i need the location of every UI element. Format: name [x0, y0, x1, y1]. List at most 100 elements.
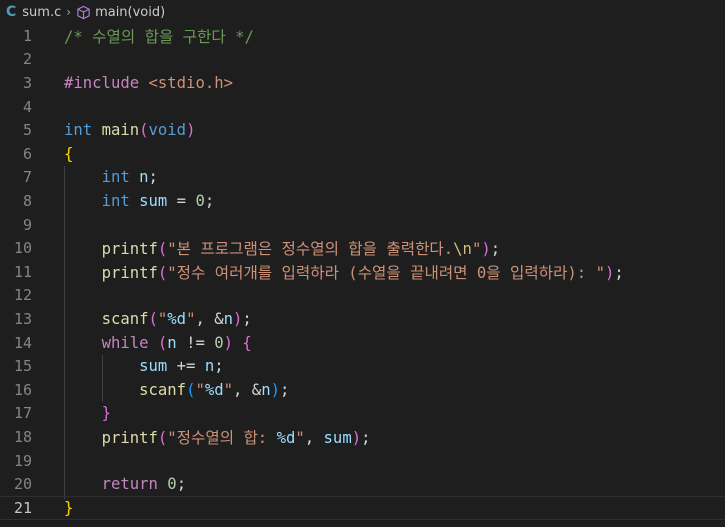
include-header: <stdio.h> — [148, 73, 234, 92]
code-line: 17 } — [0, 402, 725, 426]
bracket: ) — [270, 380, 280, 399]
bracket: ( — [157, 263, 168, 282]
line-number: 19 — [13, 451, 32, 470]
string-literal: "본 프로그램은 정수열의 합을 출력한다. — [167, 240, 454, 259]
line-number: 9 — [22, 215, 32, 234]
bracket: ) — [186, 121, 196, 140]
code-line: 3 #include <stdio.h> — [0, 71, 725, 95]
line-number: 18 — [13, 427, 32, 446]
variable: n — [261, 380, 271, 399]
function-call: printf — [101, 263, 158, 282]
breadcrumb-symbol[interactable]: main(void) — [95, 5, 165, 20]
number-literal: 0 — [214, 333, 224, 352]
variable: n — [139, 168, 149, 187]
code-line: 1 /* 수열의 합을 구한다 */ — [0, 24, 725, 48]
code-line: 6 { — [0, 142, 725, 166]
line-number: 7 — [22, 168, 32, 187]
code-text: while (n != 0) { — [101, 333, 252, 352]
function-call: printf — [101, 240, 158, 259]
code-line: 18 printf("정수열의 합: %d", sum); — [0, 425, 725, 449]
string-literal: "정수 여러개를 입력하라 (수열을 끝내려면 — [167, 263, 477, 282]
type-keyword: void — [148, 121, 187, 140]
function-name: main — [101, 121, 140, 140]
bracket: ) — [481, 240, 491, 259]
line-number: 11 — [13, 262, 32, 281]
code-line: 19 — [0, 449, 725, 473]
c-language-icon: C — [6, 4, 17, 20]
code-text: scanf("%d", &n); — [101, 309, 252, 328]
line-number: 14 — [13, 333, 32, 352]
control-keyword: while — [101, 333, 149, 352]
breadcrumb: C sum.c › main(void) — [0, 0, 725, 24]
line-number: 3 — [22, 73, 32, 92]
control-keyword: return — [101, 475, 158, 494]
number-literal: 0 — [195, 191, 205, 210]
line-number: 4 — [22, 97, 32, 116]
line-number: 20 — [13, 475, 32, 494]
code-line: 15 sum += n; — [0, 354, 725, 378]
code-editor[interactable]: 1 /* 수열의 합을 구한다 */ 2 3 #include <stdio.h… — [0, 24, 725, 527]
code-text: printf("정수열의 합: %d", sum); — [101, 428, 371, 447]
bracket: ) — [604, 263, 615, 282]
breadcrumb-file[interactable]: sum.c — [22, 5, 61, 20]
code-text: return 0; — [101, 475, 187, 494]
code-line: 13 scanf("%d", &n); — [0, 307, 725, 331]
type-keyword: int — [101, 168, 130, 187]
string-literal: " — [186, 309, 196, 328]
string-literal: " — [157, 309, 168, 328]
function-call: scanf — [139, 380, 187, 399]
format-specifier: %d — [204, 380, 224, 399]
code-line: 5 int main(void) — [0, 118, 725, 142]
variable: n — [223, 309, 234, 328]
code-text: int n; — [101, 168, 158, 187]
code-text: int main(void) — [64, 121, 195, 139]
string-literal: " — [223, 380, 234, 399]
variable: sum — [139, 357, 168, 376]
line-number: 21 — [13, 498, 32, 517]
function-call: printf — [101, 428, 158, 447]
line-number: 5 — [22, 121, 32, 140]
string-literal: 0 — [476, 263, 487, 282]
code-line: 12 — [0, 284, 725, 308]
code-line: 7 int n; — [0, 166, 725, 190]
variable: sum — [323, 428, 352, 447]
code-line: 16 scanf("%d", &n); — [0, 378, 725, 402]
bracket: ( — [139, 121, 149, 140]
escape-sequence: \n — [453, 240, 472, 259]
type-keyword: int — [64, 121, 93, 140]
string-literal: 을 입력하라): " — [486, 263, 605, 282]
code-line: 9 — [0, 213, 725, 237]
string-literal: " — [471, 240, 482, 259]
line-number: 17 — [13, 404, 32, 423]
cube-method-icon — [76, 5, 91, 20]
code-line: 20 return 0; — [0, 472, 725, 496]
string-literal: " — [195, 380, 205, 399]
code-text: scanf("%d", &n); — [139, 380, 290, 399]
code-line: 4 — [0, 95, 725, 119]
chevron-right-icon: › — [66, 5, 72, 19]
variable: sum — [139, 191, 168, 210]
code-text: } — [64, 499, 73, 517]
code-line: 10 printf("본 프로그램은 정수열의 합을 출력한다.\n"); — [0, 236, 725, 260]
format-specifier: %d — [167, 309, 187, 328]
code-line-current: 21 } — [0, 496, 725, 520]
comment: /* 수열의 합을 구한다 */ — [64, 27, 254, 46]
code-text: #include <stdio.h> — [64, 74, 233, 92]
bracket: ( — [157, 240, 168, 259]
code-text: printf("정수 여러개를 입력하라 (수열을 끝내려면 0을 입력하라):… — [101, 263, 624, 282]
line-number: 16 — [13, 380, 32, 399]
code-line: 8 int sum = 0; — [0, 189, 725, 213]
bracket: ) — [233, 309, 243, 328]
code-text: sum += n; — [139, 357, 224, 376]
format-specifier: %d — [276, 428, 296, 447]
line-number: 13 — [13, 309, 32, 328]
variable: n — [167, 333, 177, 352]
code-text: int sum = 0; — [101, 191, 215, 210]
line-number: 6 — [22, 144, 32, 163]
code-text: printf("본 프로그램은 정수열의 합을 출력한다.\n"); — [101, 240, 501, 259]
line-number: 12 — [13, 286, 32, 305]
bracket: ( — [148, 309, 158, 328]
bracket: { — [64, 144, 74, 163]
code-text: } — [64, 404, 111, 422]
line-number: 8 — [22, 191, 32, 210]
